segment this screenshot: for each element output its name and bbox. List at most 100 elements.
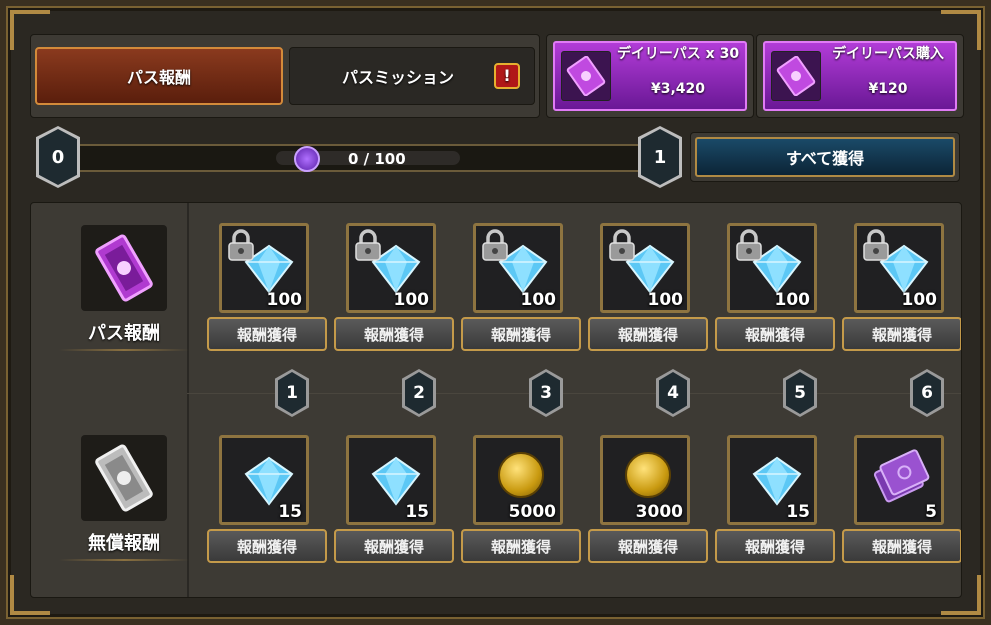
tab-pass-mission-label: パスミッション — [341, 68, 454, 87]
purple-ticket-icon — [871, 448, 933, 514]
lock-icon — [607, 228, 637, 262]
claim-reward-button[interactable]: 報酬獲得 — [334, 317, 454, 351]
tab-pass-rewards[interactable]: パス報酬 — [35, 47, 283, 105]
pass-rewards-label: パス報酬 — [88, 323, 160, 344]
level-number: 2 — [405, 372, 433, 414]
lock-icon — [861, 228, 891, 262]
tab-bar: パス報酬 パスミッション ! — [30, 34, 540, 118]
reward-slot[interactable]: 100 — [473, 223, 563, 313]
reward-quantity: 100 — [774, 290, 811, 310]
daily-pass-offer[interactable]: デイリーパス購入 ¥120 — [756, 34, 964, 118]
level-end-value: 1 — [641, 129, 679, 185]
level-number: 1 — [278, 372, 306, 414]
reward-quantity: 100 — [901, 290, 938, 310]
rewards-panel: パス報酬 無償報酬 100 報酬獲得 100 報酬獲得 100 報酬獲得 100 報酬獲得 10… — [30, 202, 962, 598]
level-badge-5: 5 — [783, 369, 817, 417]
reward-slot[interactable]: 100 — [346, 223, 436, 313]
tab-pass-rewards-label: パス報酬 — [126, 68, 191, 87]
daily-pass-30-offer[interactable]: デイリーパス x 30 ¥3,420 — [546, 34, 754, 118]
pass-ticket-icon — [771, 51, 821, 101]
free-reward-4: 3000 報酬獲得 — [588, 435, 710, 565]
level-badge-3: 3 — [529, 369, 563, 417]
free-rewards-label: 無償報酬 — [88, 533, 160, 554]
claim-reward-button[interactable]: 報酬獲得 — [334, 529, 454, 563]
reward-quantity: 100 — [266, 290, 303, 310]
offer-title: デイリーパス購入 — [832, 46, 944, 62]
level-badge-2: 2 — [402, 369, 436, 417]
level-end-badge: 1 — [638, 126, 682, 188]
reward-quantity: 100 — [520, 290, 557, 310]
reward-quantity: 15 — [278, 502, 302, 522]
free-reward-6: 5 報酬獲得 — [842, 435, 961, 565]
reward-slot[interactable]: 5 — [854, 435, 944, 525]
claim-reward-button[interactable]: 報酬獲得 — [842, 317, 961, 351]
label-underline — [59, 349, 189, 351]
daily-pass-30-button[interactable]: デイリーパス x 30 ¥3,420 — [553, 41, 747, 111]
pass-reward-6: 100 報酬獲得 — [842, 223, 961, 353]
label-underline — [59, 559, 189, 561]
claim-reward-button[interactable]: 報酬獲得 — [715, 317, 835, 351]
claim-all-frame: すべて獲得 — [690, 132, 960, 182]
claim-reward-button[interactable]: 報酬獲得 — [207, 317, 327, 351]
claim-reward-button[interactable]: 報酬獲得 — [588, 317, 708, 351]
claim-reward-button[interactable]: 報酬獲得 — [461, 529, 581, 563]
pass-reward-5: 100 報酬獲得 — [715, 223, 837, 353]
gold-coin-icon — [625, 452, 671, 498]
claim-reward-button[interactable]: 報酬獲得 — [842, 529, 961, 563]
reward-slot[interactable]: 100 — [727, 223, 817, 313]
level-badge-1: 1 — [275, 369, 309, 417]
reward-slot[interactable]: 100 — [854, 223, 944, 313]
claim-reward-button[interactable]: 報酬獲得 — [207, 529, 327, 563]
level-number: 6 — [913, 372, 941, 414]
gold-coin-icon — [498, 452, 544, 498]
free-rewards-row-label: 無償報酬 — [49, 435, 199, 561]
reward-quantity: 5000 — [508, 502, 556, 522]
silver-ticket-icon — [81, 435, 167, 521]
offer-price: ¥120 — [868, 81, 908, 97]
pass-reward-2: 100 報酬獲得 — [334, 223, 456, 353]
level-start-value: 0 — [39, 129, 77, 185]
claim-all-button[interactable]: すべて獲得 — [695, 137, 955, 177]
reward-slot[interactable]: 15 — [727, 435, 817, 525]
pass-ticket-icon — [81, 225, 167, 311]
level-progress-bar: 0 / 100 — [64, 144, 648, 172]
alert-badge: ! — [494, 63, 520, 89]
pass-gem-icon — [294, 146, 320, 172]
level-badge-6: 6 — [910, 369, 944, 417]
reward-quantity: 15 — [405, 502, 429, 522]
level-number: 4 — [659, 372, 687, 414]
free-reward-3: 5000 報酬獲得 — [461, 435, 583, 565]
level-badges: 1 2 3 4 5 6 — [207, 369, 961, 419]
claim-reward-button[interactable]: 報酬獲得 — [588, 529, 708, 563]
offer-title: デイリーパス x 30 — [616, 46, 740, 62]
reward-slot[interactable]: 3000 — [600, 435, 690, 525]
free-reward-2: 15 報酬獲得 — [334, 435, 456, 565]
claim-reward-button[interactable]: 報酬獲得 — [715, 529, 835, 563]
reward-quantity: 100 — [393, 290, 430, 310]
daily-pass-button[interactable]: デイリーパス購入 ¥120 — [763, 41, 957, 111]
pass-rewards-row-label: パス報酬 — [49, 225, 199, 351]
reward-quantity: 3000 — [635, 502, 683, 522]
lock-icon — [734, 228, 764, 262]
pass-reward-4: 100 報酬獲得 — [588, 223, 710, 353]
free-reward-5: 15 報酬獲得 — [715, 435, 837, 565]
tab-pass-mission[interactable]: パスミッション ! — [289, 47, 535, 105]
progress-text: 0 / 100 — [348, 150, 406, 168]
reward-quantity: 15 — [786, 502, 810, 522]
offer-price: ¥3,420 — [650, 81, 706, 97]
lock-icon — [480, 228, 510, 262]
claim-reward-button[interactable]: 報酬獲得 — [461, 317, 581, 351]
reward-slot[interactable]: 5000 — [473, 435, 563, 525]
reward-slot[interactable]: 15 — [346, 435, 436, 525]
level-badge-4: 4 — [656, 369, 690, 417]
reward-slot[interactable]: 100 — [219, 223, 309, 313]
reward-quantity: 5 — [925, 502, 937, 522]
level-start-badge: 0 — [36, 126, 80, 188]
level-number: 3 — [532, 372, 560, 414]
reward-quantity: 100 — [647, 290, 684, 310]
free-reward-1: 15 報酬獲得 — [207, 435, 329, 565]
reward-slot[interactable]: 100 — [600, 223, 690, 313]
lock-icon — [226, 228, 256, 262]
reward-slot[interactable]: 15 — [219, 435, 309, 525]
pass-reward-3: 100 報酬獲得 — [461, 223, 583, 353]
